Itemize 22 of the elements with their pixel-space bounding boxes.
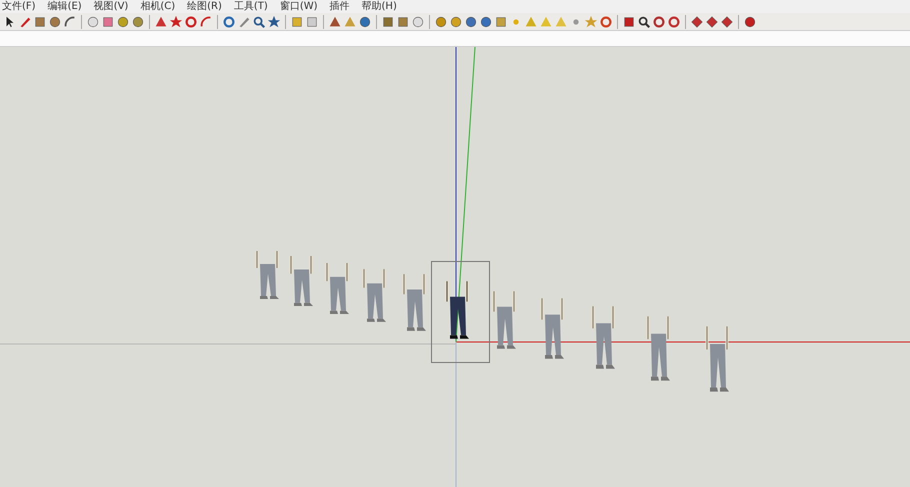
sphere-icon[interactable]	[411, 14, 425, 28]
ring-icon[interactable]	[599, 14, 613, 28]
menu-item[interactable]: 视图(V)	[94, 0, 128, 12]
ball-icon[interactable]	[449, 14, 463, 28]
search-icon[interactable]	[252, 14, 266, 28]
circle-icon[interactable]	[48, 14, 62, 28]
menu-item[interactable]: 编辑(E)	[48, 0, 82, 12]
sphere-icon[interactable]	[86, 14, 100, 28]
menu-item[interactable]: 相机(C)	[140, 0, 176, 12]
menu-item[interactable]: 窗口(W)	[280, 0, 318, 12]
menu-item[interactable]: 帮助(H)	[362, 0, 397, 12]
ball-icon[interactable]	[464, 14, 478, 28]
menu-item[interactable]: 文件(F)	[2, 0, 36, 12]
menu-item[interactable]: 绘图(R)	[187, 0, 222, 12]
ball-icon[interactable]	[743, 14, 757, 28]
arc-icon[interactable]	[63, 14, 77, 28]
menu-item[interactable]: 工具(T)	[234, 0, 268, 12]
menu-item[interactable]: 插件	[330, 0, 350, 12]
ball-icon[interactable]	[479, 14, 493, 28]
ball-icon[interactable]	[434, 14, 448, 28]
square-icon[interactable]	[33, 14, 47, 28]
search-icon[interactable]	[637, 14, 651, 28]
